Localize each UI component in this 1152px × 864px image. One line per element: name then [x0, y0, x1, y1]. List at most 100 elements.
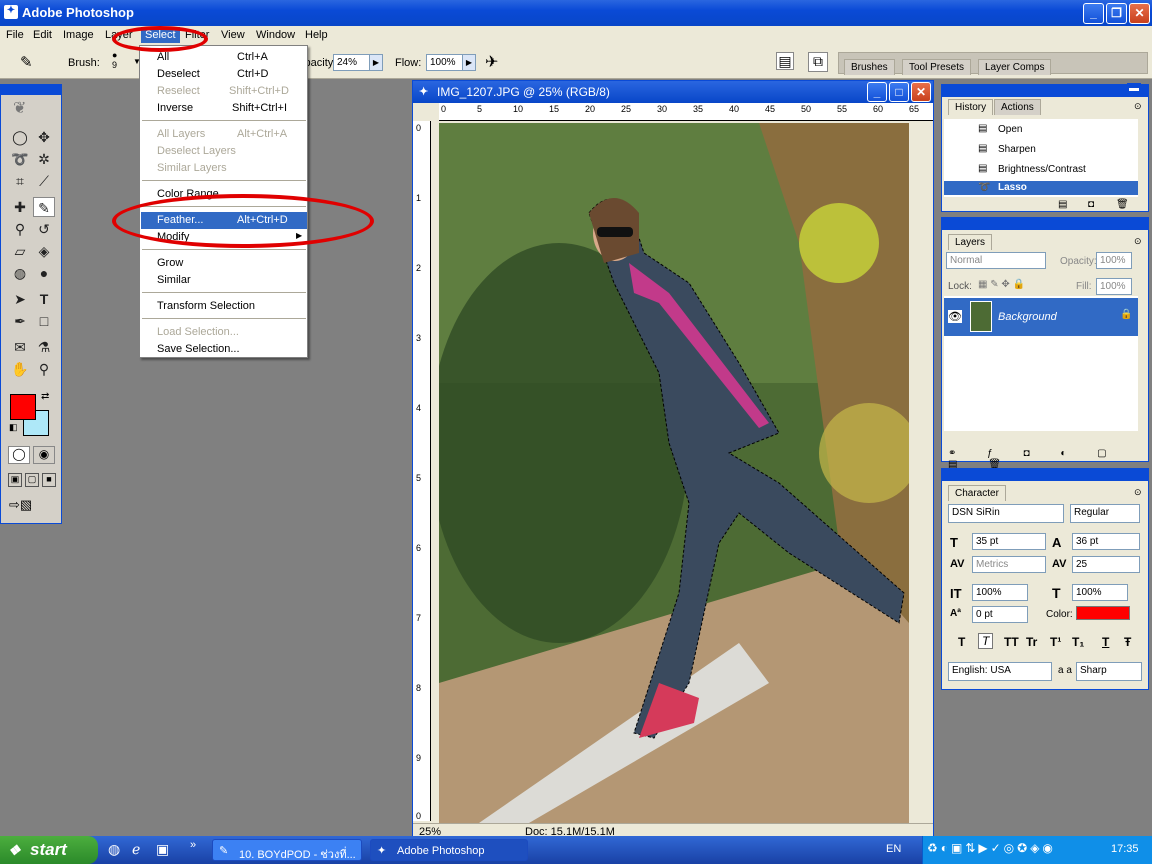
menu-item-save-selection[interactable]: Save Selection... — [141, 341, 307, 358]
tab-character[interactable]: Character — [948, 485, 1006, 501]
horizontal-scale-field[interactable]: 100% — [1072, 584, 1128, 601]
layer-actions-icons[interactable]: ⚭ ƒ ◘ ◐ ▢ ▤ 🗑 — [948, 448, 1148, 470]
zoom-tool-icon[interactable]: ⚲ — [33, 359, 55, 379]
type-tool-icon[interactable]: T — [33, 289, 55, 309]
standard-mode-icon[interactable]: ◯ — [8, 446, 30, 464]
menu-item-grow[interactable]: Grow — [141, 255, 307, 272]
subscript-icon[interactable]: T₁ — [1072, 635, 1084, 649]
notes-tool-icon[interactable]: ✉ — [9, 337, 31, 357]
horizontal-ruler[interactable]: 0 5 10 15 20 25 30 35 40 45 50 55 60 65 — [439, 103, 933, 121]
history-item[interactable]: ▤ Sharpen — [944, 141, 1138, 159]
jump-to-imageready-icon[interactable]: ⇨▧ — [9, 497, 55, 515]
doc-close-button[interactable]: ✕ — [911, 82, 931, 102]
new-snapshot-icon[interactable]: ▤ — [1058, 199, 1067, 210]
blur-tool-icon[interactable]: ◍ — [9, 263, 31, 283]
panel-menu-icon[interactable]: ⊙ — [1134, 236, 1142, 247]
slice-tool-icon[interactable]: ⟋ — [33, 171, 55, 191]
internet-explorer-icon[interactable]: ℯ — [132, 841, 140, 858]
brush-tool-icon[interactable]: ✎ — [20, 53, 33, 71]
menu-window[interactable]: Window — [256, 29, 295, 41]
layer-row-background[interactable]: 👁 Background 🔒 — [944, 298, 1138, 336]
leading-field[interactable]: 36 pt — [1072, 533, 1140, 550]
menu-image[interactable]: Image — [63, 29, 94, 41]
layer-opacity-field[interactable]: 100% — [1096, 252, 1132, 269]
faux-bold-icon[interactable]: T — [958, 635, 965, 649]
faux-italic-icon[interactable]: T — [978, 633, 994, 649]
swap-colors-icon[interactable]: ⇄ — [41, 391, 49, 402]
tab-tool-presets[interactable]: Tool Presets — [902, 59, 972, 75]
history-panel-header[interactable] — [942, 85, 1148, 97]
language-select[interactable]: English: USA — [948, 662, 1052, 681]
restore-button[interactable]: ❐ — [1106, 3, 1127, 24]
hand-tool-icon[interactable]: ✋ — [9, 359, 31, 379]
menu-item-similar[interactable]: Similar — [141, 272, 307, 289]
font-size-field[interactable]: 35 pt — [972, 533, 1046, 550]
opacity-arrow[interactable]: ▶ — [369, 54, 383, 71]
task-browser[interactable]: ✎ 10. BOYdPOD - ช่วงที่... — [212, 839, 362, 861]
tab-layer-comps[interactable]: Layer Comps — [978, 59, 1052, 75]
canvas-photo[interactable] — [439, 123, 909, 823]
screen-mode-full-icon[interactable]: ■ — [42, 473, 56, 487]
menu-help[interactable]: Help — [305, 29, 328, 41]
foreground-color-swatch[interactable] — [10, 394, 36, 420]
vertical-scale-field[interactable]: 100% — [972, 584, 1028, 601]
tracking-field[interactable]: 25 — [1072, 556, 1140, 573]
paint-bucket-icon[interactable]: ◈ — [33, 241, 55, 261]
underline-icon[interactable]: T — [1102, 635, 1109, 649]
superscript-icon[interactable]: T¹ — [1050, 635, 1061, 649]
kerning-field[interactable]: Metrics — [972, 556, 1046, 573]
quicklaunch-tool-icon[interactable]: ▣ — [156, 841, 169, 858]
lasso-tool-icon[interactable]: ➰ — [9, 149, 31, 169]
doc-minimize-button[interactable]: _ — [867, 82, 887, 102]
healing-brush-icon[interactable]: ✚ — [9, 197, 31, 217]
palette-toggle-icon[interactable]: ⧉ — [808, 52, 828, 72]
all-caps-icon[interactable]: TT — [1004, 635, 1019, 649]
pen-tool-icon[interactable]: ✒ — [9, 311, 31, 331]
history-item-selected[interactable]: ➰ Lasso — [944, 181, 1138, 195]
text-color-swatch[interactable] — [1076, 606, 1130, 620]
opacity-field[interactable]: 24% — [333, 54, 371, 71]
visibility-eye-icon[interactable]: 👁 — [948, 310, 962, 323]
eraser-tool-icon[interactable]: ▱ — [9, 241, 31, 261]
panel-menu-icon[interactable]: ⊙ — [1134, 101, 1142, 112]
fill-field[interactable]: 100% — [1096, 278, 1132, 295]
menu-item-transform-selection[interactable]: Transform Selection — [141, 298, 307, 315]
baseline-shift-field[interactable]: 0 pt — [972, 606, 1028, 623]
lock-icons[interactable]: ▦ ✎ ✥ 🔒 — [978, 279, 1025, 290]
rectangle-tool-icon[interactable]: □ — [33, 311, 55, 331]
clock[interactable]: 17:35 — [1111, 843, 1139, 855]
vertical-ruler[interactable]: 0 1 2 3 4 5 6 7 8 9 0 — [413, 121, 431, 821]
anti-alias-select[interactable]: Sharp — [1076, 662, 1142, 681]
font-style-select[interactable]: Regular — [1070, 504, 1140, 523]
trash-icon[interactable]: 🗑 — [1116, 199, 1129, 210]
history-brush-icon[interactable]: ↺ — [33, 219, 55, 239]
camera-icon[interactable]: ◘ — [1088, 199, 1094, 210]
airbrush-icon[interactable]: ✈ — [485, 52, 498, 72]
dodge-tool-icon[interactable]: ● — [33, 263, 55, 283]
path-select-icon[interactable]: ➤ — [9, 289, 31, 309]
default-colors-icon[interactable]: ◧ — [9, 422, 18, 433]
marquee-tool-icon[interactable]: ◯ — [9, 127, 31, 147]
menu-item-inverse[interactable]: Inverse Shift+Ctrl+I — [141, 100, 307, 117]
small-caps-icon[interactable]: Tr — [1026, 635, 1037, 649]
quicklaunch-expand-icon[interactable]: » — [190, 839, 196, 851]
tab-history[interactable]: History — [948, 99, 994, 115]
tray-icons[interactable]: ♻◐▣⇅▶✓◎✪◈◉ — [927, 841, 1056, 855]
character-panel-header[interactable] — [942, 469, 1148, 481]
panel-menu-icon[interactable]: ⊙ — [1134, 487, 1142, 498]
start-button[interactable]: ❖ start — [0, 836, 98, 864]
panel-minimize-icon[interactable]: ▬ — [1127, 83, 1141, 94]
flow-arrow[interactable]: ▶ — [462, 54, 476, 71]
minimize-button[interactable]: _ — [1083, 3, 1104, 24]
toolbox-header[interactable] — [1, 85, 61, 95]
quick-mask-icon[interactable]: ◉ — [33, 446, 55, 464]
close-button[interactable]: ✕ — [1129, 3, 1150, 24]
brush-tool-icon[interactable]: ✎ — [33, 197, 55, 217]
brush-preset-picker[interactable]: ● 9 — [112, 50, 117, 70]
blend-mode-select[interactable]: Normal — [946, 252, 1046, 269]
file-browser-icon[interactable]: ▤ — [776, 52, 794, 70]
menu-edit[interactable]: Edit — [33, 29, 52, 41]
move-tool-icon[interactable]: ✥ — [33, 127, 55, 147]
document-title-bar[interactable]: ✦ IMG_1207.JPG @ 25% (RGB/8) _ □ ✕ — [413, 81, 933, 103]
eyedropper-icon[interactable]: ⚗ — [33, 337, 55, 357]
